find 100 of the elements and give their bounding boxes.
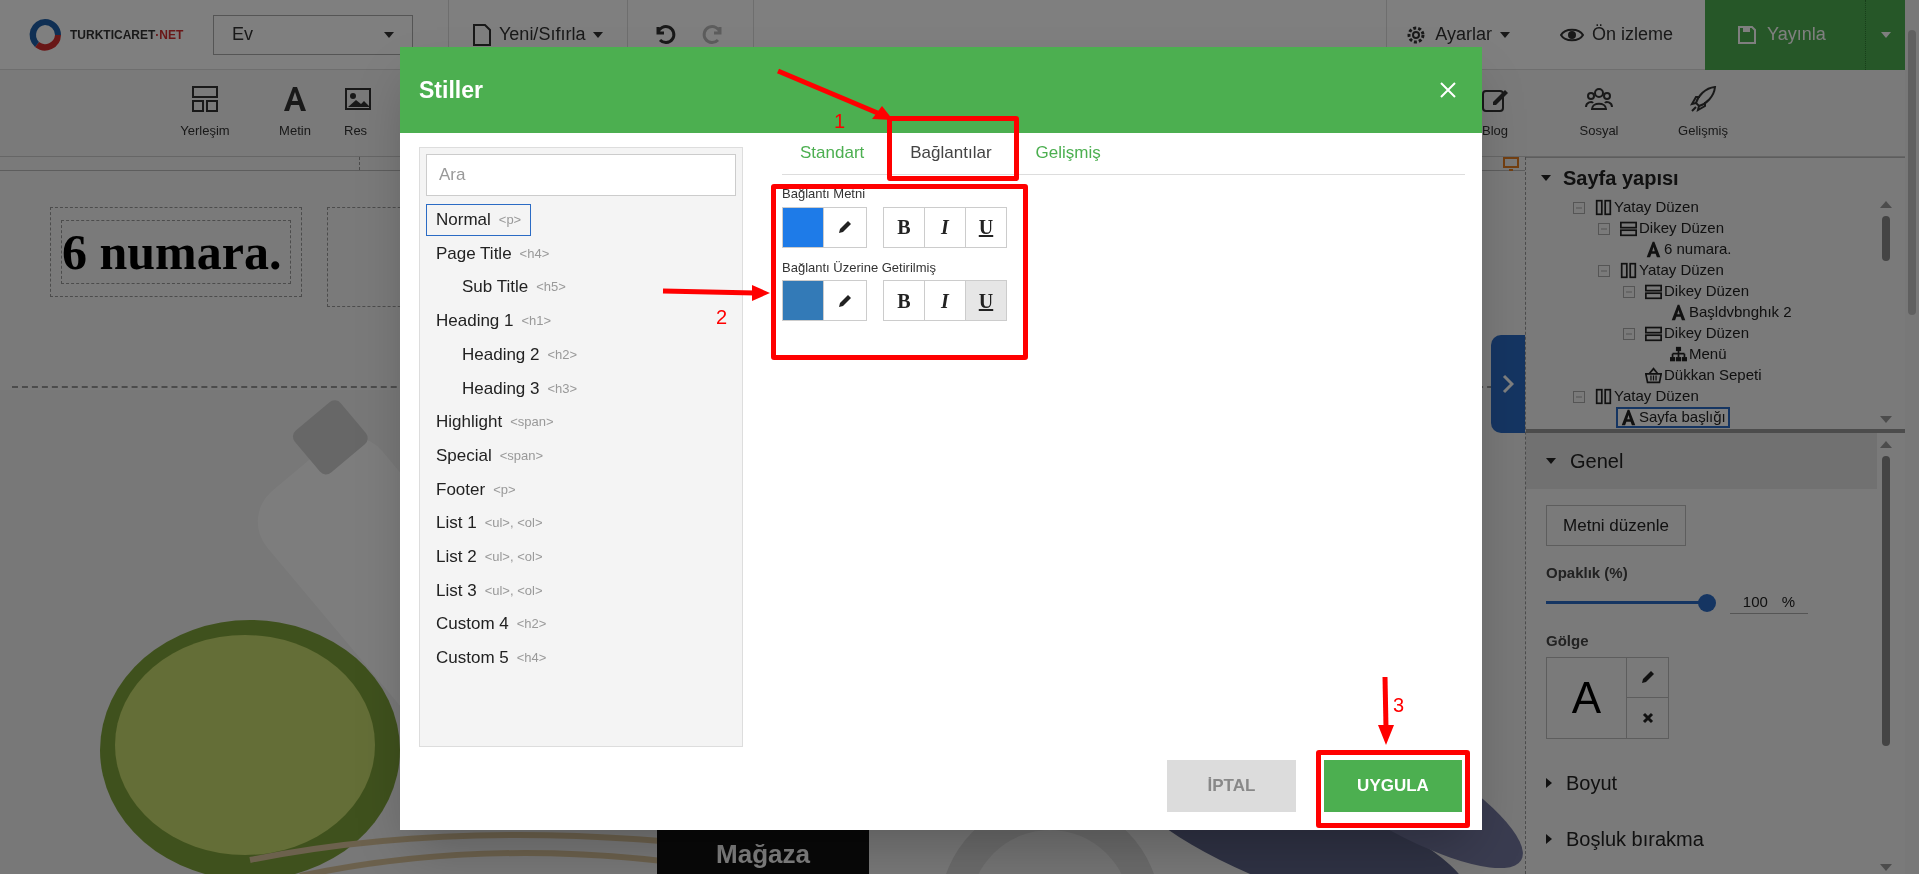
scrollbar[interactable]: [1905, 0, 1919, 874]
remove-shadow-button[interactable]: [1627, 697, 1669, 739]
logo-text: ·NET: [155, 26, 184, 44]
format-button[interactable]: I: [924, 206, 966, 248]
tree-item[interactable]: Dikey Düzen: [1616, 218, 1729, 239]
toolbar-button[interactable]: Sosyal: [1547, 85, 1651, 141]
collapse-panel-button[interactable]: [1491, 335, 1525, 433]
toolbar-button[interactable]: Gelişmiş: [1651, 85, 1755, 141]
tree-item[interactable]: Yatay Düzen: [1616, 260, 1728, 281]
collapse-icon: [1573, 201, 1585, 214]
style-name: Custom 5: [436, 647, 509, 670]
style-tag: <h4>: [516, 648, 547, 668]
style-item[interactable]: Special <span>: [426, 439, 554, 472]
cancel-button[interactable]: İPTAL: [1167, 760, 1296, 812]
caret-icon: [1499, 31, 1510, 38]
tree-item[interactable]: Sayfa başlığı: [1616, 407, 1730, 428]
style-tag: <h1>: [521, 311, 552, 331]
style-item[interactable]: Custom 4 <h2>: [426, 608, 557, 641]
format-button[interactable]: B: [883, 206, 925, 248]
apply-button[interactable]: UYGULA: [1324, 760, 1462, 812]
section-header[interactable]: Boyut: [1526, 754, 1877, 811]
opacity-field[interactable]: 100 %: [1730, 590, 1808, 614]
style-item[interactable]: Custom 5 <h4>: [426, 641, 557, 674]
settings-button[interactable]: Ayarlar: [1405, 21, 1510, 48]
opacity-slider[interactable]: [1546, 594, 1714, 611]
tree-item[interactable]: Dikey Düzen: [1641, 281, 1754, 302]
style-name: Heading 3: [462, 377, 540, 400]
tree-item[interactable]: Başldvbnghık 2: [1666, 302, 1796, 323]
preview-button[interactable]: Ön izleme: [1559, 21, 1673, 48]
toolbar-button[interactable]: Res: [340, 85, 400, 141]
tab[interactable]: Bağlantılar: [896, 132, 1006, 174]
toolbar-label: Res: [344, 122, 368, 141]
toolbar-button[interactable]: Metin: [250, 85, 340, 141]
edit-shadow-button[interactable]: [1627, 656, 1669, 698]
new-reset-label: Yeni/Sıfırla: [499, 23, 586, 46]
edit-color-button[interactable]: [824, 280, 867, 321]
save-icon: [1737, 24, 1757, 45]
tree-item[interactable]: Dükkan Sepeti: [1641, 365, 1766, 386]
toolbar-label: Metin: [279, 122, 311, 141]
tree-item[interactable]: 6 numara.: [1641, 239, 1736, 260]
sitemap-icon: [1670, 346, 1687, 363]
close-icon: [1440, 82, 1456, 98]
caret-icon: [1880, 31, 1891, 38]
panel-header[interactable]: Sayfa yapısı: [1526, 157, 1905, 197]
format-button[interactable]: U: [965, 206, 1007, 248]
style-item[interactable]: Heading 2 <h2>: [452, 338, 588, 371]
style-item[interactable]: Normal <p>: [426, 203, 532, 236]
page-select[interactable]: Ev: [213, 14, 413, 55]
search-field[interactable]: Ara: [426, 154, 736, 196]
letter-icon: [1670, 304, 1687, 321]
toolbar-button[interactable]: Blog: [1443, 85, 1547, 141]
style-item[interactable]: Footer <p>: [426, 473, 526, 506]
style-tag: <ul>, <ol>: [484, 580, 543, 601]
collapse-icon: [1598, 264, 1610, 277]
tab[interactable]: Gelişmiş: [1005, 132, 1111, 174]
scroll-thumb[interactable]: [1882, 216, 1890, 261]
tree-item-label: Yatay Düzen: [1639, 260, 1724, 281]
style-item[interactable]: List 1 <ul>, <ol>: [426, 507, 553, 540]
new-reset-button[interactable]: Yeni/Sıfırla: [473, 21, 604, 48]
format-button[interactable]: U: [965, 280, 1007, 321]
caret-icon: [1541, 174, 1551, 181]
caret-icon: [593, 31, 604, 38]
tree-item[interactable]: Yatay Düzen: [1591, 197, 1703, 218]
toolbar-label: Sosyal: [1579, 122, 1619, 141]
color-swatch[interactable]: [782, 206, 824, 248]
edit-color-button[interactable]: [824, 206, 867, 248]
dialog-title: Stiller: [419, 75, 483, 105]
tree-item[interactable]: Menü: [1666, 344, 1731, 365]
toolbar-button[interactable]: Yerleşim: [160, 85, 250, 141]
style-item[interactable]: List 2 <ul>, <ol>: [426, 540, 553, 573]
caret-right-icon: [1546, 833, 1552, 844]
format-button[interactable]: I: [924, 280, 966, 321]
style-item[interactable]: List 3 <ul>, <ol>: [426, 574, 553, 607]
style-tag: <p>: [493, 479, 516, 500]
style-item[interactable]: Sub Title <h5>: [452, 271, 576, 304]
style-item[interactable]: Page Title <h4>: [426, 237, 560, 270]
style-tag: <span>: [510, 412, 554, 432]
toolbar-label: Gelişmiş: [1678, 122, 1728, 141]
format-button[interactable]: B: [883, 280, 925, 321]
tab[interactable]: Standart: [782, 132, 883, 174]
section-title: Boyut: [1566, 770, 1618, 796]
style-name: Page Title: [436, 242, 512, 265]
style-tag: <p>: [498, 210, 522, 230]
scroll-thumb[interactable]: [1882, 456, 1890, 746]
scroll-down-icon: [1880, 416, 1892, 423]
edit-text-button[interactable]: Metni düzenle: [1546, 505, 1686, 546]
tree-item[interactable]: Dikey Düzen: [1641, 323, 1754, 344]
section-title: Genel: [1570, 449, 1624, 474]
style-item[interactable]: Highlight <span>: [426, 405, 564, 438]
style-item[interactable]: Heading 1 <h1>: [426, 304, 562, 337]
chevron-right-icon: [1502, 374, 1514, 394]
scroll-up-icon: [1880, 441, 1892, 448]
style-item[interactable]: Heading 3 <h3>: [452, 372, 588, 405]
tree-item[interactable]: Yatay Düzen: [1591, 386, 1703, 407]
logo-text: TURKTICARET: [70, 26, 156, 44]
color-swatch[interactable]: [782, 280, 824, 321]
letter-icon: [1620, 409, 1637, 426]
section-header[interactable]: Genel: [1526, 433, 1877, 489]
style-name: Highlight: [436, 411, 503, 434]
section-header[interactable]: Boşluk bırakma: [1526, 810, 1877, 867]
